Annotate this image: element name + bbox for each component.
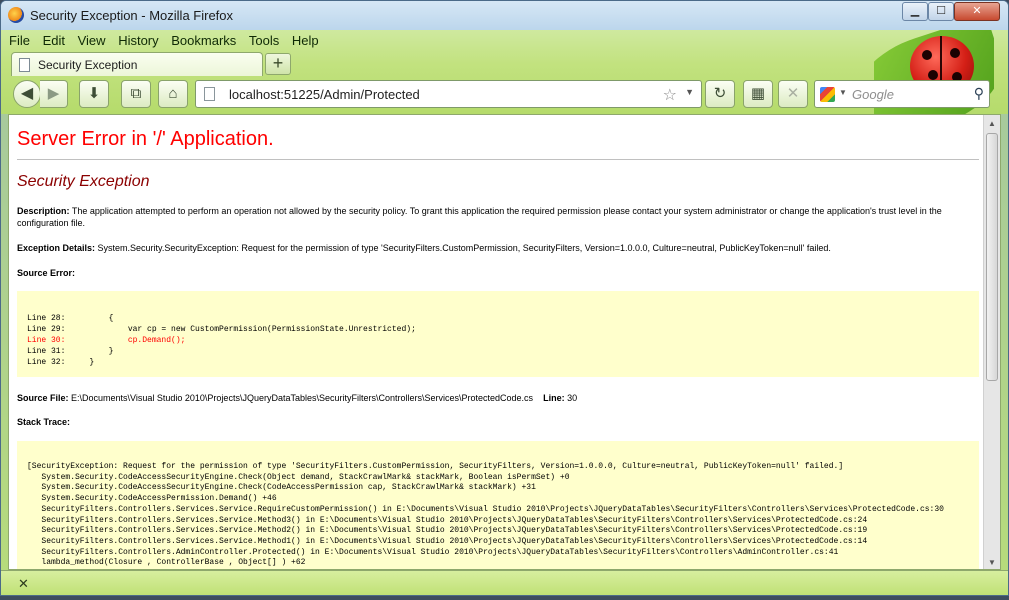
browser-window: Security Exception - Mozilla Firefox ▁ ☐… <box>0 0 1009 596</box>
search-engine-dropdown-icon[interactable]: ▼ <box>839 88 847 97</box>
page-title: Server Error in '/' Application. <box>17 128 274 150</box>
downloads-button[interactable]: ⬇ <box>79 80 109 108</box>
menu-help[interactable]: Help <box>292 33 319 48</box>
menu-bar: File Edit View History Bookmarks Tools H… <box>9 33 328 48</box>
menu-edit[interactable]: Edit <box>43 33 65 48</box>
tab-security-exception[interactable]: Security Exception <box>11 52 263 76</box>
error-page: Server Error in '/' Application. Securit… <box>9 115 985 569</box>
exception-details-label: Exception Details: <box>17 243 96 253</box>
source-line: Line 32: } <box>27 358 95 367</box>
stack-line: [SecurityException: Request for the perm… <box>27 462 844 471</box>
stack-line: SecurityFilters.Controllers.Services.Ser… <box>27 515 868 525</box>
bookmark-star-icon[interactable]: ☆ <box>663 85 677 105</box>
stack-line: SecurityFilters.Controllers.Services.Ser… <box>27 504 944 514</box>
exception-title: Security Exception <box>17 173 150 190</box>
new-tab-button[interactable]: + <box>265 53 291 75</box>
url-text[interactable]: localhost:51225/Admin/Protected <box>229 87 420 102</box>
stack-line: System.Security.CodeAccessSecurityEngine… <box>27 472 570 482</box>
window-title: Security Exception - Mozilla Firefox <box>30 8 234 23</box>
find-bar: ✕ <box>1 570 1008 595</box>
firefox-logo-icon <box>8 7 24 23</box>
page-icon <box>204 87 215 101</box>
scrollbar-thumb[interactable] <box>986 133 998 381</box>
source-file-path: E:\Documents\Visual Studio 2010\Projects… <box>68 393 534 403</box>
source-file: Source File: E:\Documents\Visual Studio … <box>17 392 577 404</box>
page-content: Server Error in '/' Application. Securit… <box>8 114 1001 570</box>
search-icon[interactable]: ⚲ <box>974 85 984 102</box>
browser-toolbar-area: File Edit View History Bookmarks Tools H… <box>1 30 1008 114</box>
search-input[interactable]: Google <box>852 87 894 102</box>
close-icon[interactable]: ✕ <box>18 576 29 592</box>
stack-line: SecurityFilters.Controllers.Services.Ser… <box>27 536 868 546</box>
ladybug-spot <box>950 48 960 58</box>
stack-line: SecurityFilters.Controllers.AdminControl… <box>27 547 839 557</box>
close-window-button[interactable]: ✕ <box>954 2 1000 21</box>
source-line-highlighted: Line 30: cp.Demand(); <box>27 336 186 345</box>
page-icon <box>19 58 30 72</box>
google-icon[interactable] <box>820 87 835 102</box>
exception-details-text: System.Security.SecurityException: Reque… <box>95 243 831 253</box>
source-file-label: Source File: <box>17 393 69 403</box>
stack-trace-heading: Stack Trace: <box>17 416 70 428</box>
title-bar: Security Exception - Mozilla Firefox ▁ ☐… <box>1 1 1008 30</box>
maximize-button[interactable]: ☐ <box>928 2 954 21</box>
menu-bookmarks[interactable]: Bookmarks <box>171 33 236 48</box>
menu-view[interactable]: View <box>78 33 106 48</box>
exception-details: Exception Details: System.Security.Secur… <box>17 242 977 254</box>
back-button[interactable]: ◀ <box>13 80 41 108</box>
description-text: The application attempted to perform an … <box>17 206 942 228</box>
vertical-scrollbar[interactable]: ▲ ▼ <box>983 115 1000 569</box>
minimize-button[interactable]: ▁ <box>902 2 928 21</box>
source-line: Line 28: { <box>27 314 114 323</box>
source-error-heading: Source Error: <box>17 267 75 279</box>
description-label: Description: <box>17 206 70 216</box>
forward-button[interactable]: ▶ <box>40 80 68 108</box>
stack-trace-box: [SecurityException: Request for the perm… <box>17 441 979 569</box>
divider <box>17 159 979 160</box>
stack-line: System.Security.CodeAccessPermission.Dem… <box>27 494 277 504</box>
search-bar[interactable]: ▼ Google ⚲ <box>814 80 990 108</box>
reload-button[interactable]: ↻ <box>705 80 735 108</box>
menu-tools[interactable]: Tools <box>249 33 279 48</box>
url-bar[interactable]: localhost:51225/Admin/Protected ☆ ▼ <box>195 80 702 108</box>
source-code-box: Line 28: { Line 29: var cp = new CustomPe… <box>17 291 979 377</box>
navigation-toolbar: ◀ ▶ ⬇ ⧉ ⌂ localhost:51225/Admin/Protecte… <box>1 77 1008 113</box>
line-number: 30 <box>564 393 578 403</box>
line-label: Line: <box>543 393 565 403</box>
ladybug-spot <box>922 50 932 60</box>
stack-line: lambda_method(Closure , ControllerBase ,… <box>27 558 306 568</box>
stack-line: SecurityFilters.Controllers.Services.Ser… <box>27 526 868 536</box>
sidebar-button[interactable]: ▦ <box>743 80 773 108</box>
url-dropdown-icon[interactable]: ▼ <box>685 87 694 97</box>
stop-button[interactable]: ✕ <box>778 80 808 108</box>
stack-trace-label: Stack Trace: <box>17 417 71 427</box>
new-window-button[interactable]: ⧉ <box>121 80 151 108</box>
tab-label: Security Exception <box>38 58 138 72</box>
description: Description: The application attempted t… <box>17 205 977 229</box>
menu-history[interactable]: History <box>118 33 158 48</box>
menu-file[interactable]: File <box>9 33 30 48</box>
source-line: Line 29: var cp = new CustomPermission(P… <box>27 325 416 334</box>
home-button[interactable]: ⌂ <box>158 80 188 108</box>
source-error-label: Source Error: <box>17 268 76 278</box>
scroll-down-icon[interactable]: ▼ <box>984 554 1000 569</box>
stack-line: System.Security.CodeAccessSecurityEngine… <box>27 483 536 493</box>
source-line: Line 31: } <box>27 347 114 356</box>
scroll-up-icon[interactable]: ▲ <box>984 115 1000 132</box>
